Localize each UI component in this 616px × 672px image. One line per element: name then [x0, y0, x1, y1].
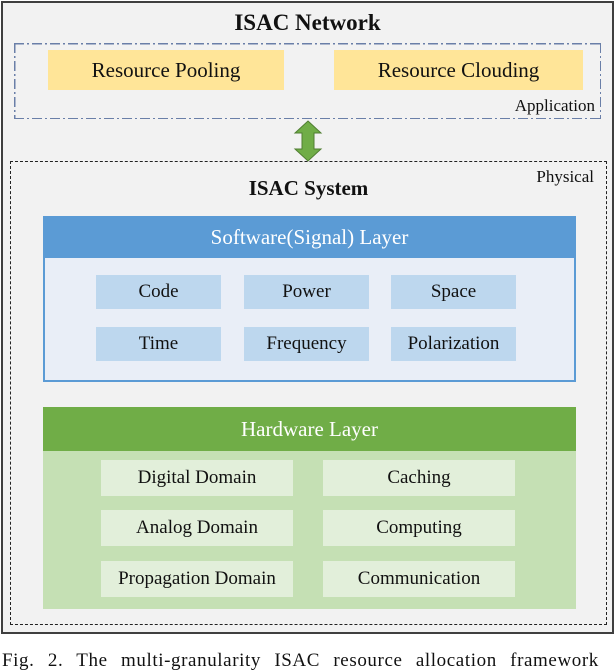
hardware-item-propagation-domain: Propagation Domain [101, 561, 293, 597]
hardware-item-analog-domain: Analog Domain [101, 510, 293, 546]
software-item-code: Code [96, 275, 221, 309]
diagram-frame: ISAC Network Resource Pooling Resource C… [1, 1, 614, 634]
software-item-polarization: Polarization [391, 327, 516, 361]
software-layer: Software(Signal) Layer Code Power Space … [43, 216, 576, 382]
bidirectional-arrow-icon [293, 120, 323, 162]
hardware-item-computing: Computing [323, 510, 515, 546]
application-layer-box: Resource Pooling Resource Clouding Appli… [14, 43, 601, 119]
figure-caption: Fig. 2. The multi-granularity ISAC resou… [2, 650, 599, 671]
software-item-time: Time [96, 327, 221, 361]
network-title: ISAC Network [234, 10, 381, 35]
hardware-layer-header: Hardware Layer [43, 407, 576, 451]
software-item-frequency: Frequency [244, 327, 369, 361]
resource-pooling-box: Resource Pooling [48, 50, 284, 90]
application-label: Application [514, 96, 595, 115]
hardware-item-digital-domain: Digital Domain [101, 460, 293, 496]
software-layer-header: Software(Signal) Layer [43, 216, 576, 258]
physical-layer-box: Physical ISAC System Software(Signal) La… [10, 161, 607, 625]
hardware-item-caching: Caching [323, 460, 515, 496]
software-item-space: Space [391, 275, 516, 309]
hardware-layer: Hardware Layer Digital Domain Caching An… [43, 407, 576, 609]
resource-clouding-box: Resource Clouding [334, 50, 583, 90]
hardware-item-communication: Communication [323, 561, 515, 597]
system-title: ISAC System [248, 176, 369, 200]
software-item-power: Power [244, 275, 369, 309]
